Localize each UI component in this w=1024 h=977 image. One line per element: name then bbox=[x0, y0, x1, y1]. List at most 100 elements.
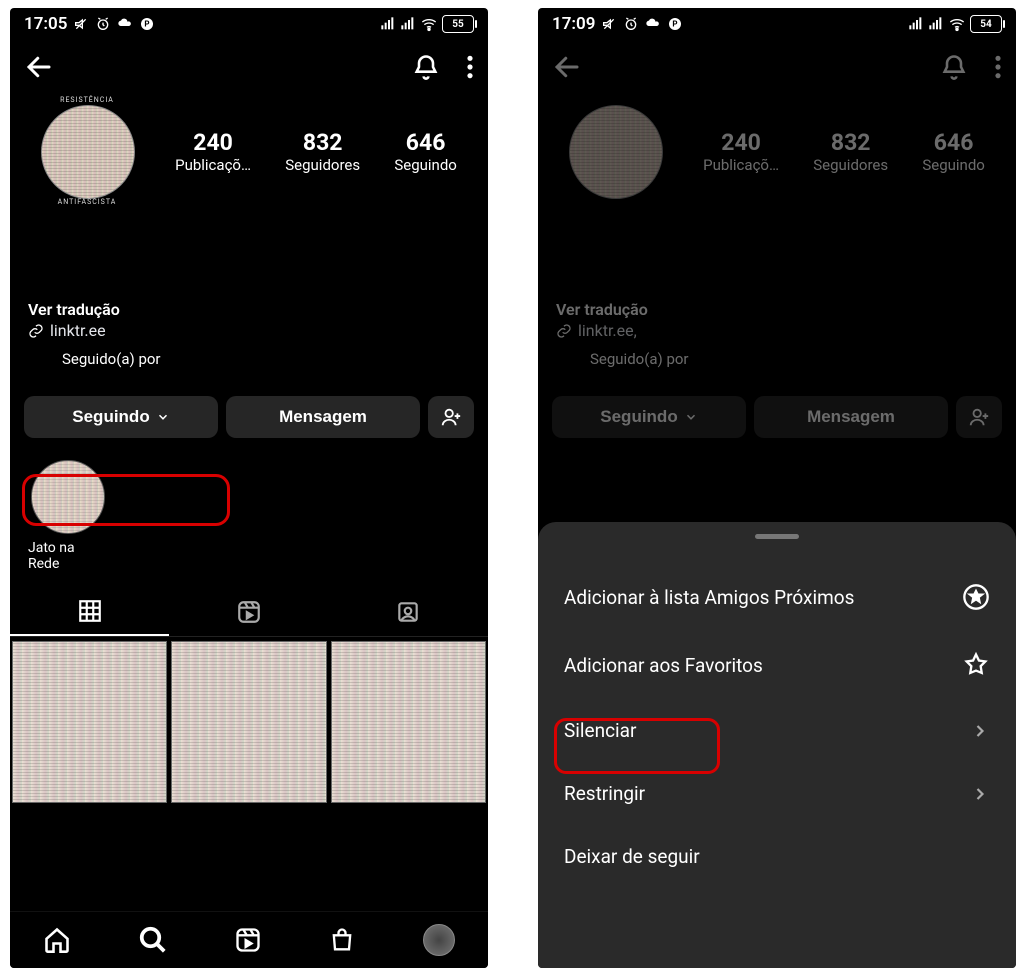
following-button[interactable]: Seguindo bbox=[552, 396, 746, 438]
following-button-label: Seguindo bbox=[600, 407, 677, 427]
bio-link-text: linktr.ee, bbox=[578, 321, 637, 340]
svg-text:P: P bbox=[145, 20, 150, 29]
profile-header: 240 Publicaçõ… 832 Seguidores 646 Seguin… bbox=[538, 92, 1016, 210]
profile-tabs bbox=[10, 588, 488, 637]
app-top-bar bbox=[10, 36, 488, 92]
stat-following-num: 646 bbox=[394, 129, 457, 156]
profile-bio: Ver tradução linktr.ee bbox=[10, 210, 488, 346]
nav-shop-icon[interactable] bbox=[328, 926, 356, 954]
signal-icon bbox=[908, 16, 924, 32]
tab-grid[interactable] bbox=[10, 588, 169, 636]
following-button[interactable]: Seguindo bbox=[24, 396, 218, 438]
chevron-right-icon bbox=[970, 721, 990, 741]
nav-search-icon[interactable] bbox=[138, 925, 168, 955]
action-buttons-row: Seguindo Mensagem bbox=[538, 372, 1016, 446]
followed-by-row[interactable]: Seguido(a) por bbox=[10, 346, 488, 372]
stat-posts-label: Publicaçõ… bbox=[175, 156, 251, 174]
profile-bio: Ver tradução linktr.ee, bbox=[538, 210, 1016, 346]
battery-indicator: 55 bbox=[442, 15, 474, 33]
more-menu-icon[interactable] bbox=[994, 54, 1002, 80]
sheet-option-mute[interactable]: Silenciar bbox=[538, 699, 1016, 762]
sheet-option-label: Deixar de seguir bbox=[564, 845, 700, 868]
stat-posts-num: 240 bbox=[703, 129, 779, 156]
sheet-option-label: Silenciar bbox=[564, 719, 636, 742]
followed-by-row[interactable]: Seguido(a) por bbox=[538, 346, 1016, 372]
stat-following-label: Seguindo bbox=[394, 156, 457, 174]
sheet-drag-handle[interactable] bbox=[755, 534, 799, 539]
signal-icon-2 bbox=[928, 16, 944, 32]
nav-home-icon[interactable] bbox=[43, 926, 71, 954]
wifi-icon bbox=[948, 16, 966, 32]
stat-followers-label: Seguidores bbox=[813, 156, 888, 174]
bottom-nav bbox=[10, 911, 488, 968]
stat-posts-label: Publicaçõ… bbox=[703, 156, 779, 174]
message-button-label: Mensagem bbox=[807, 407, 895, 427]
back-arrow-icon[interactable] bbox=[552, 52, 582, 82]
cloud-icon bbox=[117, 16, 133, 32]
suggested-users-button[interactable] bbox=[956, 396, 1002, 438]
battery-level: 55 bbox=[452, 19, 463, 30]
post-thumb[interactable] bbox=[331, 641, 486, 803]
status-bar: 17:05 P 55 bbox=[10, 8, 488, 36]
stat-followers[interactable]: 832 Seguidores bbox=[285, 129, 360, 174]
tab-tagged[interactable] bbox=[329, 589, 488, 635]
notifications-bell-icon[interactable] bbox=[940, 53, 968, 81]
post-thumb[interactable] bbox=[171, 641, 326, 803]
status-bar: 17:09 P 54 bbox=[538, 8, 1016, 36]
stat-posts-num: 240 bbox=[175, 129, 251, 156]
message-button[interactable]: Mensagem bbox=[226, 396, 420, 438]
signal-icon bbox=[380, 16, 396, 32]
add-user-icon bbox=[440, 406, 462, 428]
suggested-users-button[interactable] bbox=[428, 396, 474, 438]
see-translation-link[interactable]: Ver tradução bbox=[556, 300, 998, 319]
stat-posts[interactable]: 240 Publicaçõ… bbox=[175, 129, 251, 174]
grid-icon bbox=[77, 598, 103, 624]
action-buttons-row: Seguindo Mensagem bbox=[10, 372, 488, 446]
chevron-down-icon bbox=[684, 410, 698, 424]
stat-followers[interactable]: 832 Seguidores bbox=[813, 129, 888, 174]
notifications-bell-icon[interactable] bbox=[412, 53, 440, 81]
nav-profile-avatar[interactable] bbox=[423, 924, 455, 956]
stat-followers-num: 832 bbox=[285, 129, 360, 156]
signal-icon-2 bbox=[400, 16, 416, 32]
see-translation-link[interactable]: Ver tradução bbox=[28, 300, 470, 319]
avatar-arc-bottom: ANTIFASCISTA bbox=[34, 198, 140, 206]
profile-avatar[interactable] bbox=[562, 98, 668, 204]
bio-link[interactable]: linktr.ee bbox=[28, 319, 470, 342]
sheet-option-label: Adicionar aos Favoritos bbox=[564, 654, 763, 677]
sheet-option-label: Restringir bbox=[564, 782, 645, 805]
stat-posts[interactable]: 240 Publicaçõ… bbox=[703, 129, 779, 174]
stat-following-label: Seguindo bbox=[922, 156, 985, 174]
bio-link[interactable]: linktr.ee, bbox=[556, 319, 998, 342]
sheet-option-unfollow[interactable]: Deixar de seguir bbox=[538, 825, 1016, 888]
mute-icon bbox=[73, 16, 89, 32]
stat-following-num: 646 bbox=[922, 129, 985, 156]
star-circle-icon bbox=[962, 583, 990, 611]
highlight-item[interactable]: Jato na Rede bbox=[28, 460, 108, 572]
stat-following[interactable]: 646 Seguindo bbox=[394, 129, 457, 174]
nav-reels-icon[interactable] bbox=[234, 926, 262, 954]
stat-following[interactable]: 646 Seguindo bbox=[922, 129, 985, 174]
back-arrow-icon[interactable] bbox=[24, 52, 54, 82]
sheet-option-restrict[interactable]: Restringir bbox=[538, 762, 1016, 825]
chevron-down-icon bbox=[156, 410, 170, 424]
stat-followers-num: 832 bbox=[813, 129, 888, 156]
tab-reels[interactable] bbox=[169, 589, 328, 635]
battery-level: 54 bbox=[980, 19, 991, 30]
more-menu-icon[interactable] bbox=[466, 54, 474, 80]
followed-by-text: Seguido(a) por bbox=[62, 350, 161, 368]
sheet-option-close-friends[interactable]: Adicionar à lista Amigos Próximos bbox=[538, 563, 1016, 631]
phone-screenshot-right: 17:09 P 54 240 Publicaçõ… bbox=[538, 8, 1016, 968]
add-user-icon bbox=[968, 406, 990, 428]
post-thumb[interactable] bbox=[12, 641, 167, 803]
highlight-cover bbox=[31, 460, 105, 534]
sheet-option-label: Adicionar à lista Amigos Próximos bbox=[564, 586, 854, 609]
profile-header: RESISTÊNCIA ANTIFASCISTA 240 Publicaçõ… … bbox=[10, 92, 488, 210]
avatar-arc-top: RESISTÊNCIA bbox=[34, 96, 140, 104]
profile-avatar[interactable]: RESISTÊNCIA ANTIFASCISTA bbox=[34, 98, 140, 204]
message-button[interactable]: Mensagem bbox=[754, 396, 948, 438]
message-button-label: Mensagem bbox=[279, 407, 367, 427]
sheet-option-favorites[interactable]: Adicionar aos Favoritos bbox=[538, 631, 1016, 699]
app-top-bar bbox=[538, 36, 1016, 92]
link-icon bbox=[556, 323, 572, 339]
